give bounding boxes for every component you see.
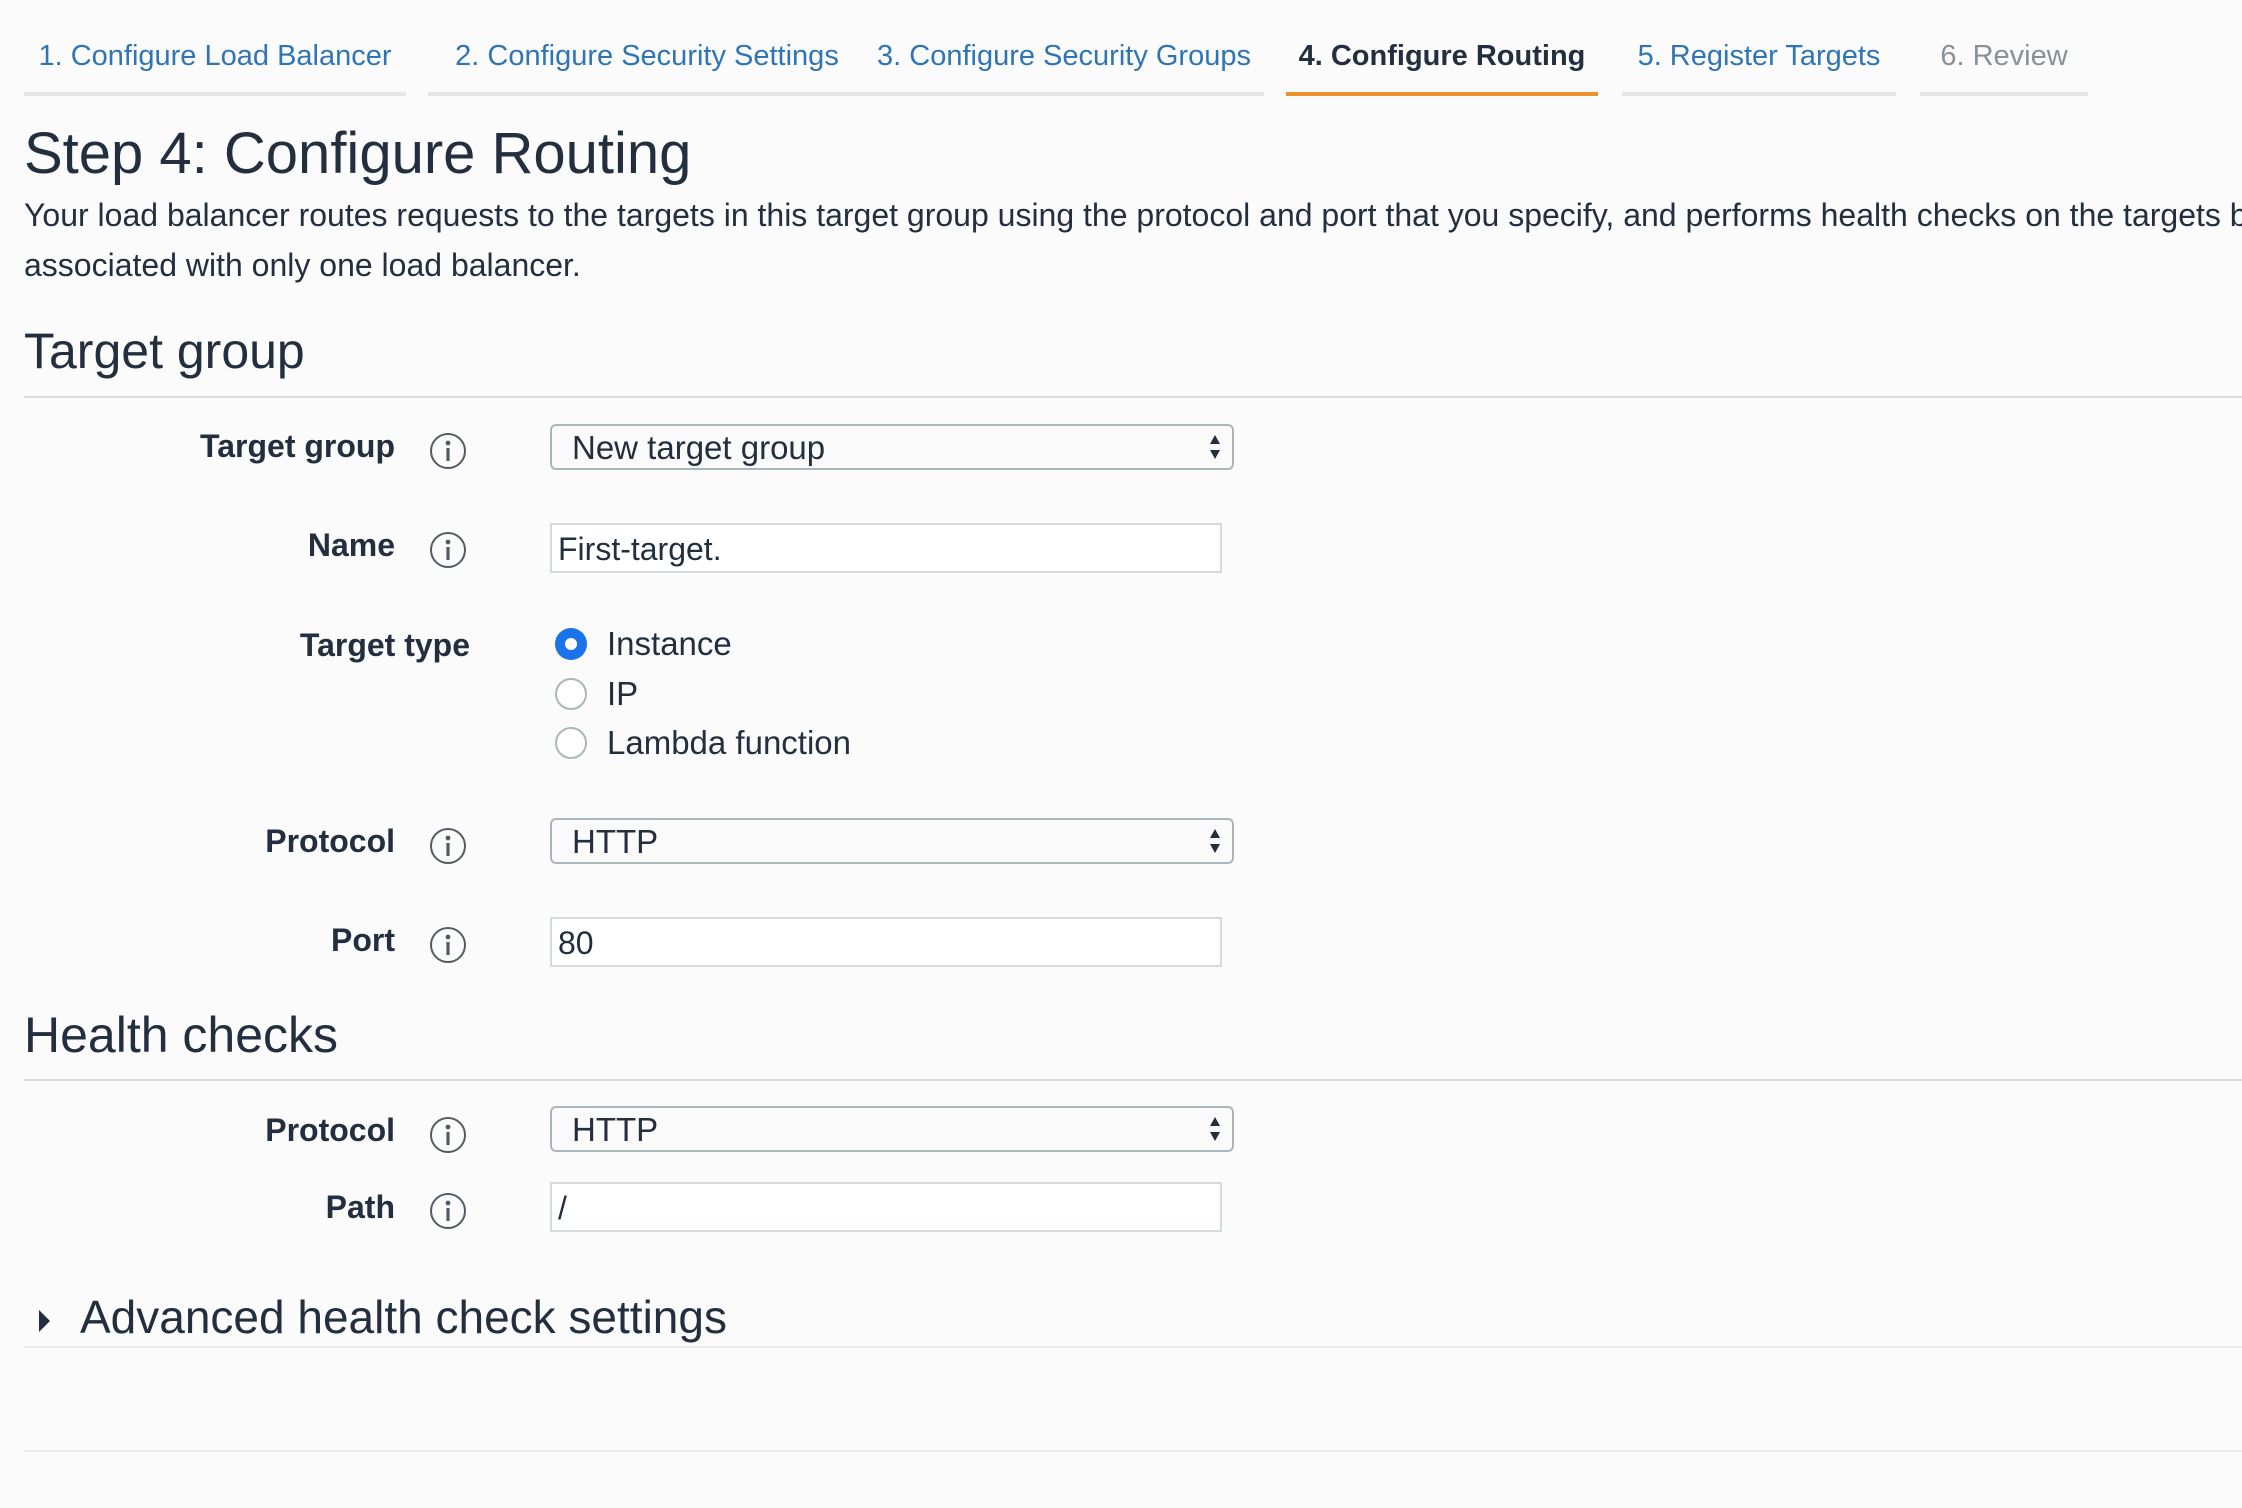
tab-configure-security-settings[interactable]: 2. Configure Security Settings (428, 20, 866, 96)
radio-selected-icon (555, 628, 587, 660)
name-input[interactable]: First-target. (550, 523, 1222, 573)
target-group-select-value: New target group (572, 429, 826, 466)
protocol-select-value: HTTP (572, 823, 659, 860)
section-divider (24, 1079, 2242, 1081)
select-arrows-icon (1208, 1115, 1222, 1148)
page-description: Your load balancer routes requests to th… (24, 197, 2242, 283)
health-check-path-value: / (558, 1190, 567, 1226)
name-label: Name (307, 527, 395, 563)
port-input[interactable]: 80 (550, 917, 1222, 967)
health-check-protocol-label: Protocol (265, 1112, 395, 1148)
target-type-lambda-label: Lambda function (607, 724, 852, 761)
radio-unselected-icon (555, 678, 587, 710)
caret-right-icon (36, 1308, 52, 1339)
target-type-label: Target type (299, 627, 470, 663)
select-arrows-icon (1208, 827, 1222, 860)
page-title: Step 4: Configure Routing (24, 121, 692, 186)
tab-configure-security-groups[interactable]: 3. Configure Security Groups (864, 20, 1264, 96)
target-group-label: Target group (200, 428, 395, 464)
section-divider (24, 1346, 2242, 1348)
select-arrows-icon (1208, 433, 1222, 466)
target-type-ip-label: IP (607, 675, 639, 712)
tab-review: 6. Review (1920, 20, 2088, 96)
tab-configure-routing[interactable]: 4. Configure Routing (1286, 20, 1598, 96)
name-input-value: First-target. (558, 531, 722, 567)
radio-unselected-icon (555, 727, 587, 759)
health-checks-section-title: Health checks (24, 1007, 339, 1063)
target-group-select[interactable]: New target group (550, 424, 1234, 470)
protocol-select[interactable]: HTTP (550, 818, 1234, 864)
info-icon[interactable] (428, 1191, 468, 1231)
info-icon[interactable] (428, 1115, 468, 1155)
port-input-value: 80 (558, 925, 594, 961)
tab-configure-load-balancer[interactable]: 1. Configure Load Balancer (24, 20, 406, 96)
protocol-label: Protocol (265, 823, 395, 859)
section-divider (24, 396, 2242, 398)
section-divider (24, 1450, 2242, 1452)
info-icon[interactable] (428, 431, 468, 471)
health-check-protocol-value: HTTP (572, 1111, 659, 1148)
info-icon[interactable] (428, 530, 468, 570)
health-check-path-label: Path (325, 1189, 395, 1225)
info-icon[interactable] (428, 826, 468, 866)
configure-routing-page: 1. Configure Load Balancer 2. Configure … (0, 0, 2242, 1508)
health-check-protocol-select[interactable]: HTTP (550, 1106, 1234, 1152)
port-label: Port (331, 922, 395, 958)
target-group-section-title: Target group (24, 323, 305, 379)
advanced-health-check-settings-label: Advanced health check settings (80, 1291, 727, 1343)
health-check-path-input[interactable]: / (550, 1182, 1222, 1232)
tab-register-targets[interactable]: 5. Register Targets (1622, 20, 1896, 96)
info-icon[interactable] (428, 925, 468, 965)
target-type-instance-label: Instance (607, 625, 732, 662)
